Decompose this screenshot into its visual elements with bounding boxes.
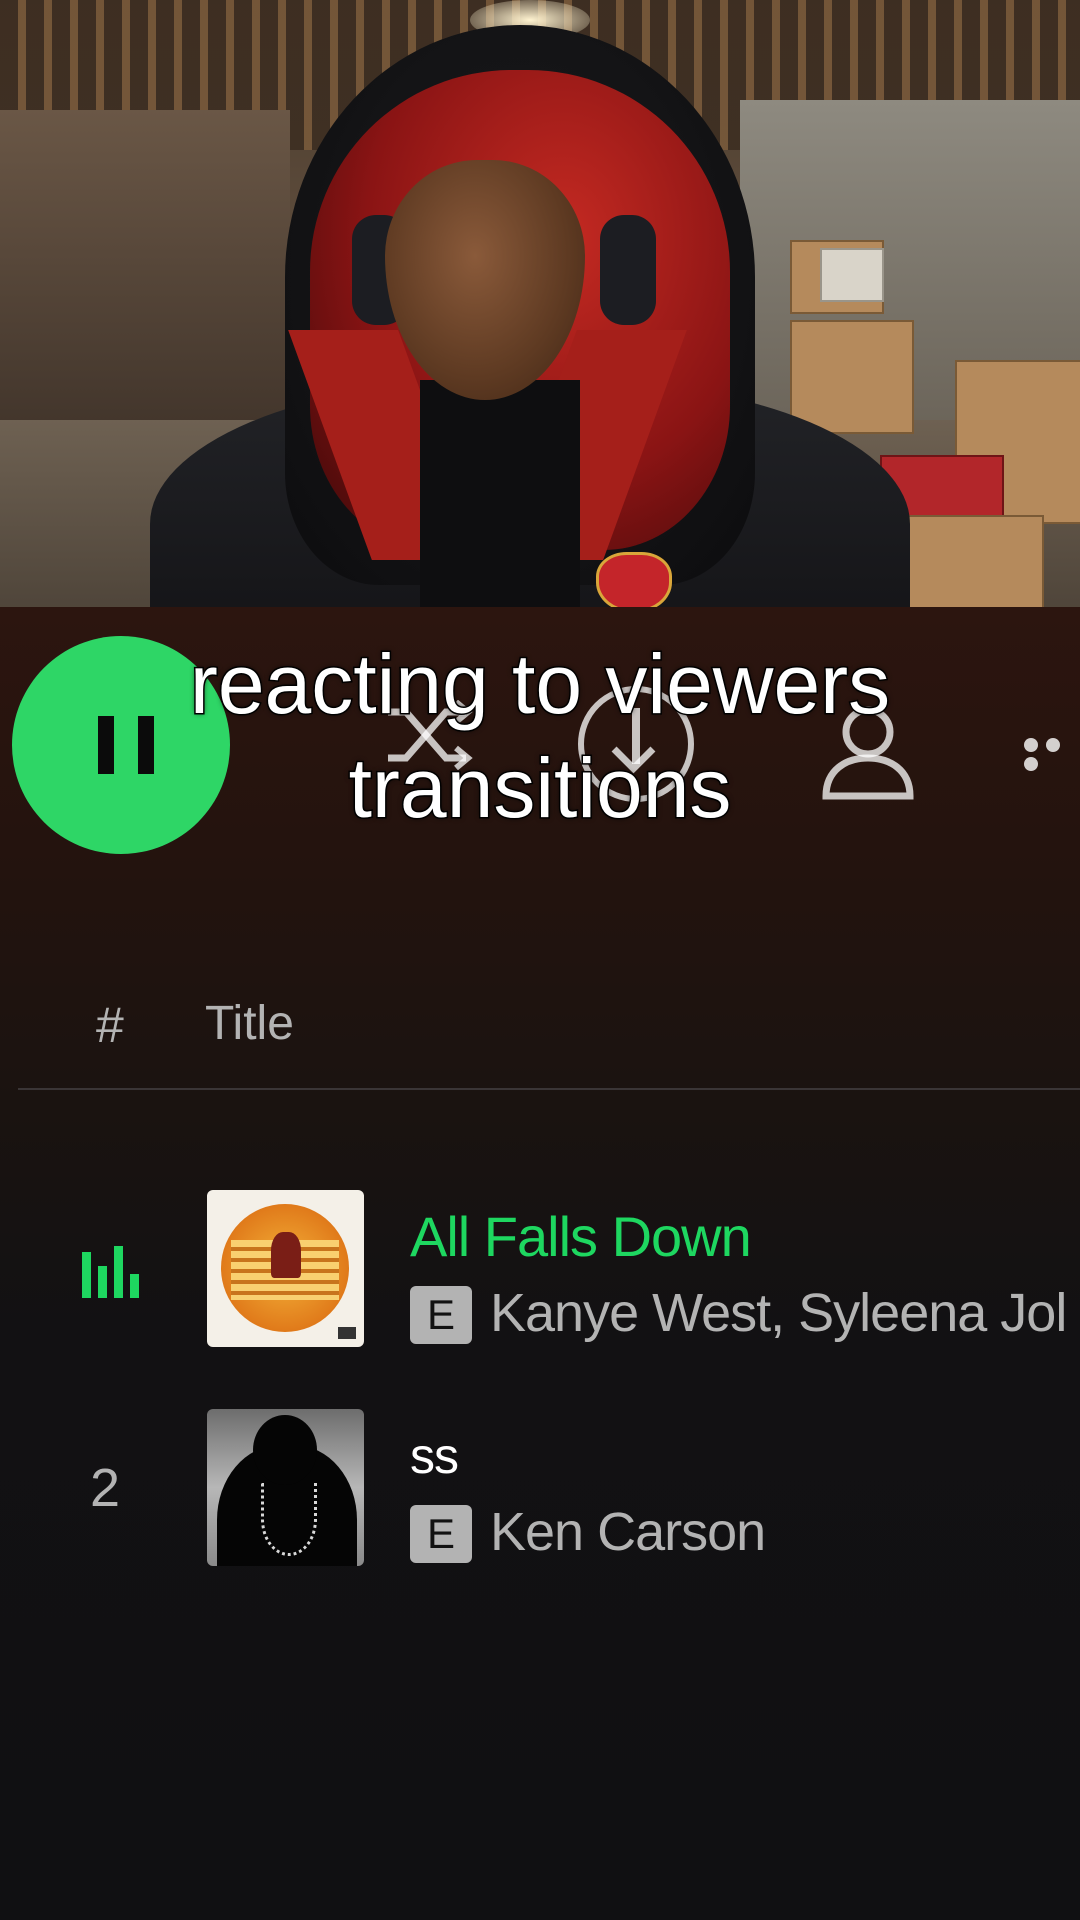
left-wall [0,110,290,470]
track-title[interactable]: ss [410,1427,459,1485]
webcam-video [0,0,1080,607]
caption-line-2: transitions [347,740,733,837]
now-playing-equalizer-icon [82,1242,142,1298]
storage-box [790,320,914,434]
storage-box [820,248,884,302]
caption-line-1: reacting to viewers [188,636,891,733]
header-divider [18,1088,1080,1090]
album-art [207,1409,364,1566]
headphone-right-icon [600,215,656,325]
track-artists[interactable]: Ken Carson [490,1501,766,1563]
explicit-badge: E [410,1286,472,1344]
track-artists[interactable]: Kanye West, Syleena Jol [490,1282,1067,1344]
person-shirt [420,380,580,607]
track-row[interactable]: 2 ss E Ken Carson [0,1409,1080,1569]
column-header-number: # [96,997,124,1053]
album-art [207,1190,364,1347]
crest-icon [596,552,672,607]
column-header-title[interactable]: Title [205,996,294,1051]
track-title[interactable]: All Falls Down [410,1204,752,1269]
track-row[interactable]: All Falls Down E Kanye West, Syleena Jol [0,1190,1080,1350]
video-caption: reacting to viewers transitions [0,632,1080,840]
explicit-badge: E [410,1505,472,1563]
track-number: 2 [90,1458,121,1518]
